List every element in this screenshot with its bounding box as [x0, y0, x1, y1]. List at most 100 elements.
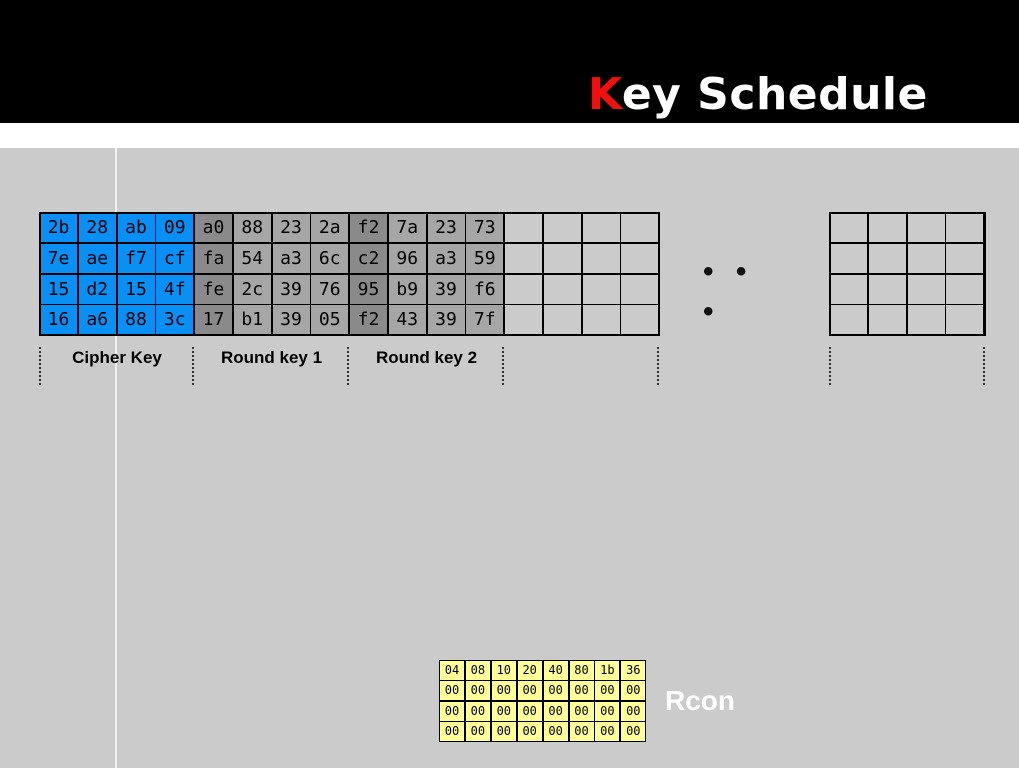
round-key-2-byte: 73 — [465, 212, 505, 243]
divider-line — [192, 347, 194, 385]
rcon-cell: 00 — [568, 720, 595, 742]
round-key-1-label: Round key 1 — [220, 348, 323, 367]
empty-key-cell — [504, 273, 543, 305]
rcon-cell: 00 — [490, 700, 517, 722]
empty-key-cell — [504, 242, 543, 274]
empty-key-cell — [542, 242, 582, 274]
round-key-1-byte: b1 — [232, 304, 272, 336]
round-key-1-byte: 76 — [310, 273, 350, 305]
round-key-1-byte: 05 — [310, 304, 350, 336]
round-key-1-byte: 2a — [310, 212, 350, 243]
round-key-2-byte: 39 — [426, 304, 466, 336]
empty-key-cell — [620, 273, 660, 305]
cipher-key-byte: 15 — [39, 273, 78, 305]
cipher-key-byte: 88 — [116, 304, 156, 336]
round-key-2-byte: f6 — [465, 273, 505, 305]
divider-line — [347, 347, 349, 385]
rcon-cell: 00 — [516, 680, 543, 702]
rcon-cell: 1b — [594, 660, 621, 681]
round-key-1-byte: 88 — [232, 212, 272, 243]
rcon-cell: 00 — [542, 720, 569, 742]
title-rest: ey Schedule — [621, 69, 928, 120]
cipher-key-byte: a6 — [77, 304, 117, 336]
divider-line — [983, 347, 985, 385]
rcon-cell: 00 — [464, 680, 491, 702]
cipher-key-byte: 16 — [39, 304, 78, 336]
empty-key-cell — [945, 304, 985, 336]
header-divider-band — [0, 123, 1019, 148]
rcon-cell: 08 — [464, 660, 491, 681]
empty-key-cell — [829, 304, 868, 336]
round-key-2-byte: a3 — [426, 242, 466, 274]
cipher-key-byte: 7e — [39, 242, 78, 274]
rcon-cell: 00 — [620, 720, 647, 742]
cipher-key-byte: d2 — [77, 273, 117, 305]
divider-line — [657, 347, 659, 385]
round-key-1-byte: 23 — [271, 212, 311, 243]
divider-line — [39, 347, 41, 385]
cipher-key-byte: f7 — [116, 242, 156, 274]
rcon-cell: 04 — [439, 660, 465, 681]
cipher-key-byte: 2b — [39, 212, 78, 243]
empty-key-cell — [504, 212, 543, 243]
empty-key-cell — [581, 304, 621, 336]
rcon-cell: 00 — [568, 700, 595, 722]
cipher-key-byte: 4f — [155, 273, 195, 305]
rcon-cell: 00 — [620, 680, 647, 702]
rcon-cell: 00 — [439, 720, 465, 742]
empty-key-cell — [581, 242, 621, 274]
round-key-2-label: Round key 2 — [375, 348, 478, 367]
round-key-1-byte: 17 — [194, 304, 233, 336]
rcon-cell: 36 — [620, 660, 647, 681]
empty-key-cell — [906, 304, 946, 336]
rcon-cell: 00 — [439, 680, 465, 702]
rcon-cell: 00 — [620, 700, 647, 722]
empty-key-cell — [620, 304, 660, 336]
rcon-cell: 00 — [594, 680, 621, 702]
divider-line — [502, 347, 504, 385]
empty-key-cell — [504, 304, 543, 336]
rcon-cell: 00 — [516, 720, 543, 742]
round-key-2-byte: f2 — [349, 304, 388, 336]
round-key-1-byte: 54 — [232, 242, 272, 274]
round-key-1-byte: 39 — [271, 273, 311, 305]
empty-key-cell — [945, 242, 985, 274]
empty-key-cell — [542, 273, 582, 305]
round-key-1-byte: fe — [194, 273, 233, 305]
cipher-key-byte: ae — [77, 242, 117, 274]
cipher-key-byte: cf — [155, 242, 195, 274]
empty-key-cell — [906, 273, 946, 305]
divider-line — [829, 347, 831, 385]
title-accent-letter: K — [588, 69, 622, 120]
round-key-2-byte: 59 — [465, 242, 505, 274]
round-key-2-byte: f2 — [349, 212, 388, 243]
round-key-1-byte: 2c — [232, 273, 272, 305]
round-key-2-byte: 43 — [387, 304, 427, 336]
rcon-cell: 00 — [464, 720, 491, 742]
rcon-cell: 00 — [542, 680, 569, 702]
round-key-2-byte: 7f — [465, 304, 505, 336]
empty-key-cell — [620, 212, 660, 243]
empty-key-cell — [867, 242, 907, 274]
empty-key-cell — [829, 212, 868, 243]
cipher-key-byte: ab — [116, 212, 156, 243]
cipher-key-byte: 09 — [155, 212, 195, 243]
rcon-cell: 00 — [464, 700, 491, 722]
empty-key-cell — [867, 212, 907, 243]
empty-key-cell — [829, 242, 868, 274]
round-key-2-byte: 7a — [387, 212, 427, 243]
round-key-2-byte: 39 — [426, 273, 466, 305]
cipher-key-byte: 3c — [155, 304, 195, 336]
empty-key-cell — [945, 212, 985, 243]
rcon-cell: 00 — [516, 700, 543, 722]
empty-key-cell — [945, 273, 985, 305]
round-key-1-byte: 39 — [271, 304, 311, 336]
cipher-key-label: Cipher Key — [72, 348, 162, 367]
empty-key-cell — [867, 304, 907, 336]
rcon-label: Rcon — [665, 685, 735, 716]
ellipsis: • • • — [703, 255, 754, 328]
empty-key-cell — [867, 273, 907, 305]
empty-key-cell — [581, 273, 621, 305]
empty-key-cell — [581, 212, 621, 243]
round-key-1-byte: 6c — [310, 242, 350, 274]
